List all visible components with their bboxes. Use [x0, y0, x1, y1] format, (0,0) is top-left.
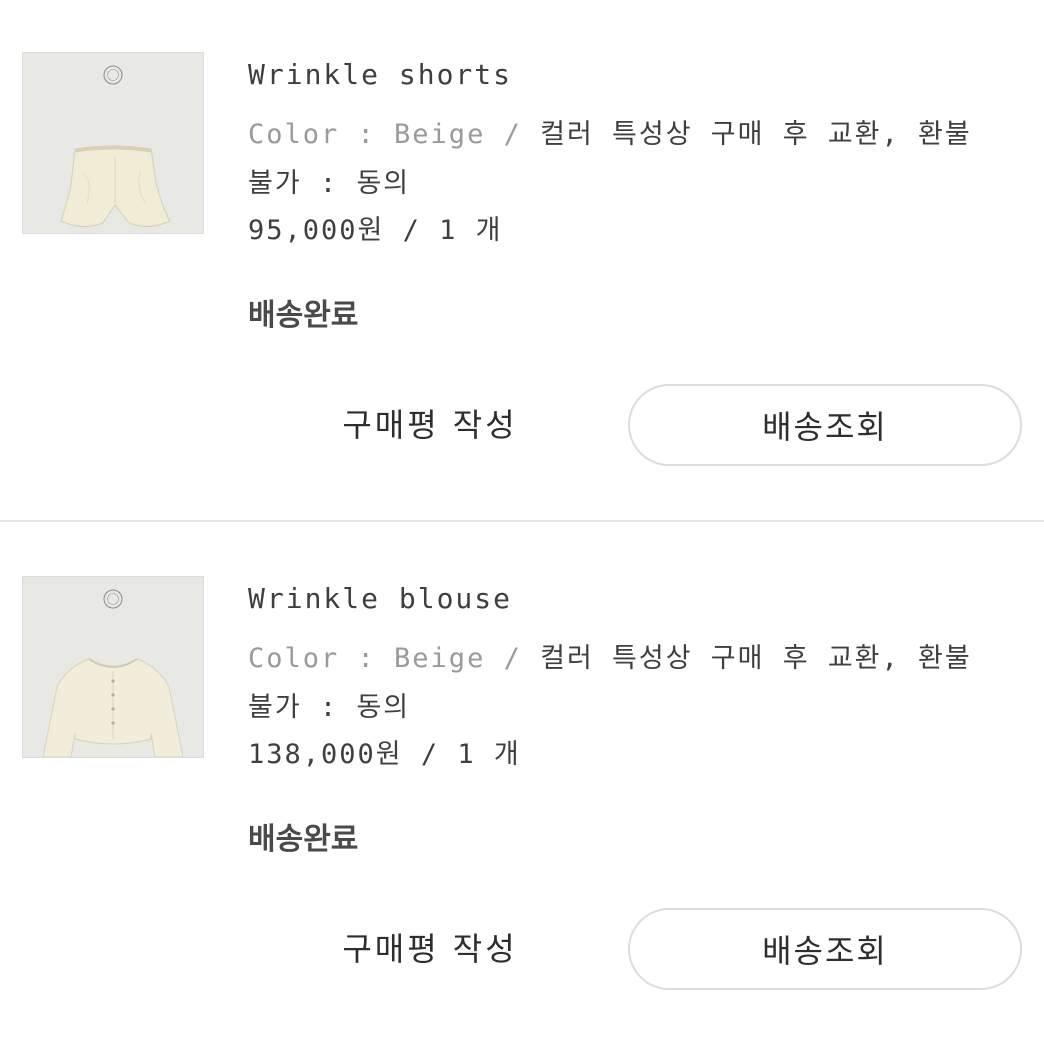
product-name[interactable]: Wrinkle blouse	[248, 582, 512, 615]
blouse-product-image	[23, 577, 203, 757]
delivery-status: 배송완료	[248, 298, 359, 333]
order-item: Wrinkle shorts Color : Beige / 컬러 특성상 구매…	[0, 0, 1044, 480]
option-notice: 컬러 특성상 구매 후 교환, 환불	[521, 119, 972, 150]
option-notice-cont: 불가 : 동의	[248, 692, 411, 723]
price-quantity: 138,000원 / 1 개	[248, 739, 521, 770]
option-notice: 컬러 특성상 구매 후 교환, 환불	[521, 643, 972, 674]
option-label: Color : Beige /	[248, 119, 522, 150]
product-option: Color : Beige / 컬러 특성상 구매 후 교환, 환불 불가 : …	[248, 110, 1028, 208]
shorts-product-image	[23, 53, 203, 233]
product-name[interactable]: Wrinkle shorts	[248, 58, 512, 91]
product-thumbnail[interactable]	[22, 52, 204, 234]
order-item: Wrinkle blouse Color : Beige / 컬러 특성상 구매…	[0, 524, 1044, 1004]
price-quantity: 95,000원 / 1 개	[248, 215, 503, 246]
order-list: Wrinkle shorts Color : Beige / 컬러 특성상 구매…	[0, 0, 1044, 1044]
track-delivery-button[interactable]: 배송조회	[628, 908, 1022, 990]
product-thumbnail[interactable]	[22, 576, 204, 758]
divider	[0, 520, 1044, 522]
track-delivery-button[interactable]: 배송조회	[628, 384, 1022, 466]
option-label: Color : Beige /	[248, 643, 522, 674]
delivery-status: 배송완료	[248, 822, 359, 857]
product-option: Color : Beige / 컬러 특성상 구매 후 교환, 환불 불가 : …	[248, 634, 1028, 732]
write-review-button[interactable]: 구매평 작성	[310, 908, 550, 990]
write-review-button[interactable]: 구매평 작성	[310, 384, 550, 466]
option-notice-cont: 불가 : 동의	[248, 168, 411, 199]
